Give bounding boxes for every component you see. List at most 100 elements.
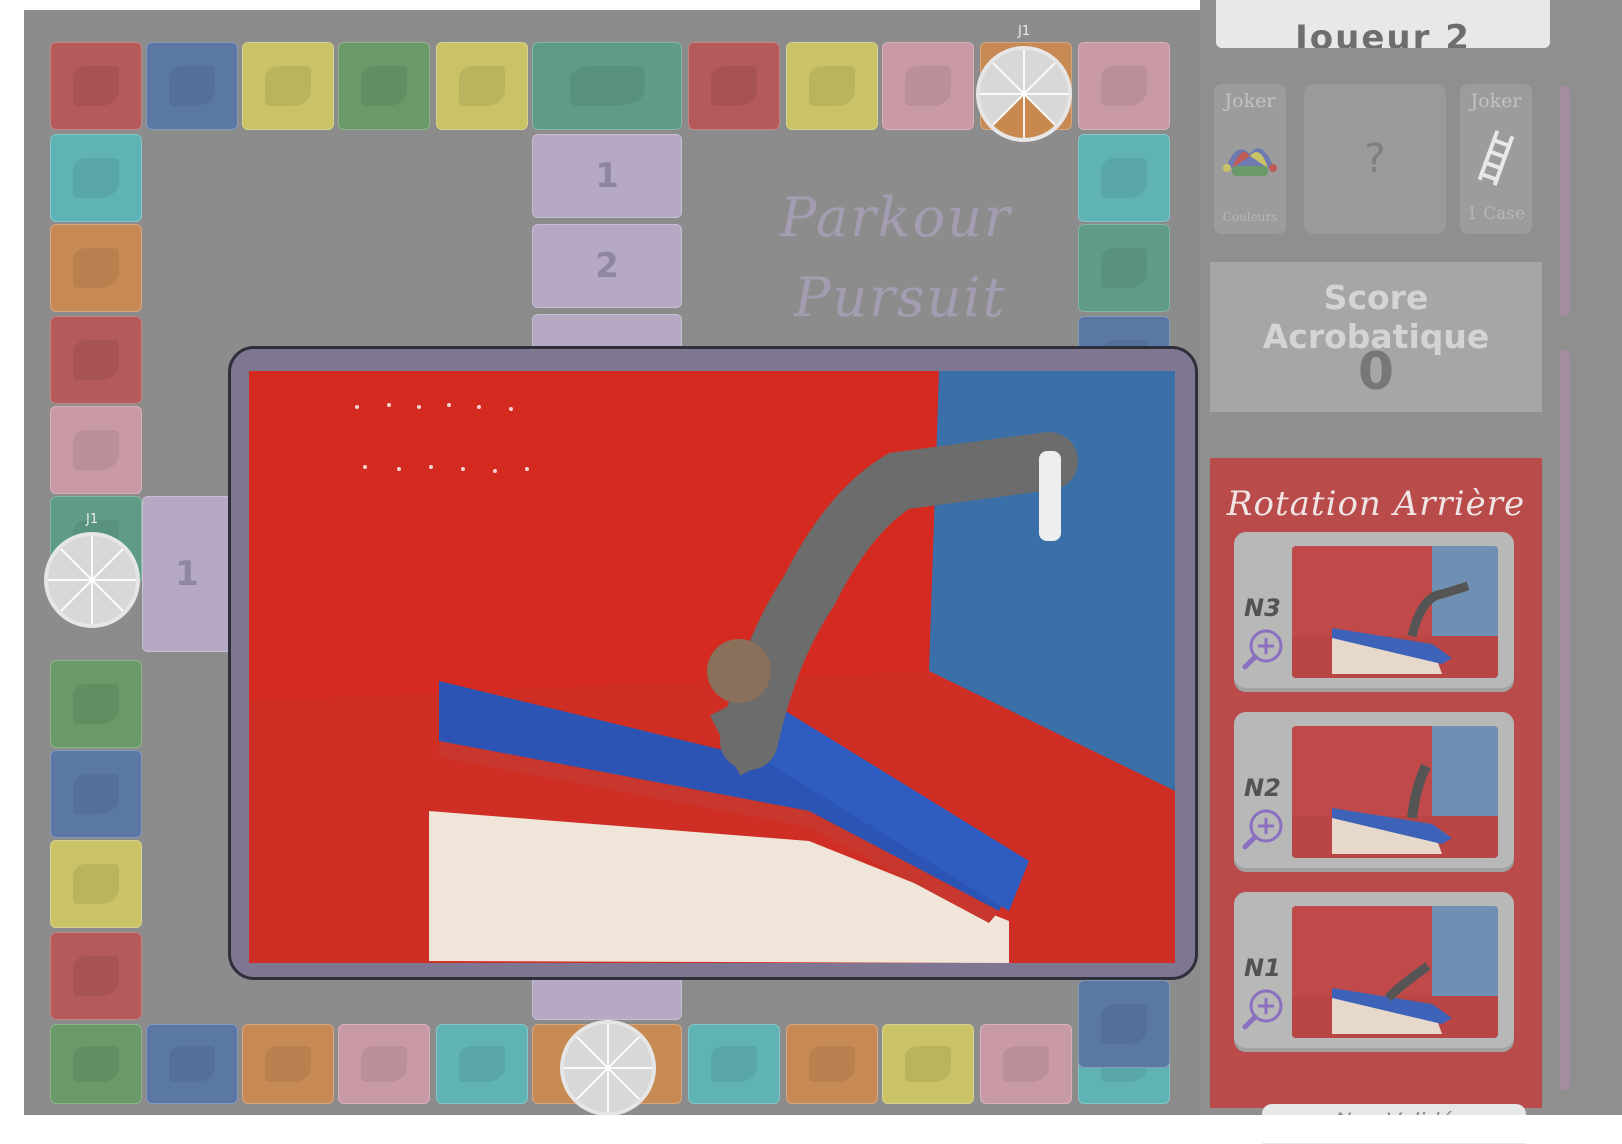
joker-colors-card[interactable]: Joker Couleurs [1214,84,1286,234]
board-cell[interactable] [146,42,238,130]
player-pawn-top[interactable] [976,46,1072,142]
board-cell[interactable] [882,42,974,130]
board-cell[interactable] [50,134,142,222]
skill-icon [711,1046,757,1082]
joker-colors-subtitle: Couleurs [1222,210,1278,224]
dice-glyph: ? [1364,136,1386,182]
skill-icon [1101,1004,1147,1044]
path-cell[interactable]: 1 [142,496,232,652]
zoom-in-icon[interactable] [1240,806,1286,852]
level-thumbnail[interactable] [1292,726,1498,858]
level-card-n3[interactable]: N3 [1234,532,1514,692]
skill-icon [1101,248,1147,288]
board-cell[interactable] [436,42,528,130]
board-cell[interactable] [146,1024,238,1104]
score-value: 0 [1357,342,1395,402]
rotation-panel: Rotation Arrière N3 N2 N1 [1210,458,1542,1108]
joker-one-cell-card[interactable]: Joker 1 Case [1460,84,1532,234]
skill-icon [1101,158,1147,198]
skill-icon [73,774,119,814]
skill-icon [905,1046,951,1082]
board-cell[interactable] [1078,42,1170,130]
skill-icon [169,1046,215,1082]
level-label: N3 [1244,594,1281,622]
zoom-in-icon[interactable] [1240,986,1286,1032]
skill-icon [73,684,119,724]
level-thumbnail[interactable] [1292,906,1498,1038]
score-box: Score Acrobatique 0 [1210,262,1542,412]
board-cell[interactable] [50,316,142,404]
skill-icon [711,66,757,106]
board-cell[interactable] [1078,134,1170,222]
right-strip [1550,0,1622,1115]
player-pawn-bottom[interactable] [560,1020,656,1116]
board-cell[interactable] [242,1024,334,1104]
skill-icon [73,340,119,380]
game-title-line1: Parkour [780,186,1012,249]
level-thumbnail[interactable] [1292,546,1498,678]
skill-icon [169,66,215,106]
game-title-line2: Pursuit [794,266,1007,329]
board-cell[interactable] [50,42,142,130]
ladder-icon [1478,130,1514,186]
board-cell[interactable] [786,42,878,130]
skill-icon [1101,66,1147,106]
board-cell[interactable] [50,840,142,928]
level-card-n1[interactable]: N1 [1234,892,1514,1052]
video-modal [228,346,1198,980]
jester-hat-icon [1223,148,1277,176]
board-cell[interactable] [338,1024,430,1104]
player-marker-left: J1 [86,512,99,527]
player-marker-top: J1 [1018,24,1031,39]
level-label: N1 [1244,954,1281,982]
page-bottom-margin [0,1115,1622,1143]
skill-icon [73,158,119,198]
board-cell[interactable] [50,932,142,1020]
skill-icon [73,956,119,996]
zoom-in-icon[interactable] [1240,626,1286,672]
dice-slot[interactable]: ? [1304,84,1446,234]
skill-icon [809,1046,855,1082]
board-cell[interactable] [532,42,682,130]
skill-icon [361,1046,407,1082]
current-player-name: Joueur 2 [1295,18,1471,48]
board-cell[interactable] [338,42,430,130]
current-player-banner: Joueur 2 [1216,0,1550,48]
player-pawn-left[interactable] [44,532,140,628]
exercise-video[interactable] [249,371,1175,963]
path-cell[interactable]: 2 [532,224,682,308]
board-cell[interactable] [1078,224,1170,312]
joker-colors-title: Joker [1224,90,1276,112]
joker-one-cell-title: Joker [1470,90,1522,112]
skill-icon [73,1046,119,1082]
board-cell[interactable] [50,750,142,838]
board-cell[interactable] [980,1024,1072,1104]
skill-icon [1003,1046,1049,1082]
skill-icon [73,66,119,106]
level-card-n2[interactable]: N2 [1234,712,1514,872]
board-cell[interactable] [688,42,780,130]
skill-icon [265,1046,311,1082]
board-cell[interactable] [882,1024,974,1104]
path-cell[interactable] [532,976,682,1020]
skill-icon [459,1046,505,1082]
board-cell[interactable] [50,224,142,312]
skill-icon [569,66,645,106]
level-label: N2 [1244,774,1281,802]
skill-icon [459,66,505,106]
path-cell[interactable]: 1 [532,134,682,218]
skill-icon [73,248,119,288]
skill-icon [265,66,311,106]
joker-one-cell-subtitle: 1 Case [1466,204,1526,224]
board-cell[interactable] [242,42,334,130]
board-cell[interactable] [50,406,142,494]
board-cell[interactable] [436,1024,528,1104]
board-cell[interactable] [50,660,142,748]
board-cell[interactable] [688,1024,780,1104]
rotation-title: Rotation Arrière [1226,484,1526,524]
board-cell[interactable] [50,1024,142,1104]
skill-icon [905,66,951,106]
board-cell[interactable] [1078,980,1170,1068]
skill-icon [73,864,119,904]
board-cell[interactable] [786,1024,878,1104]
